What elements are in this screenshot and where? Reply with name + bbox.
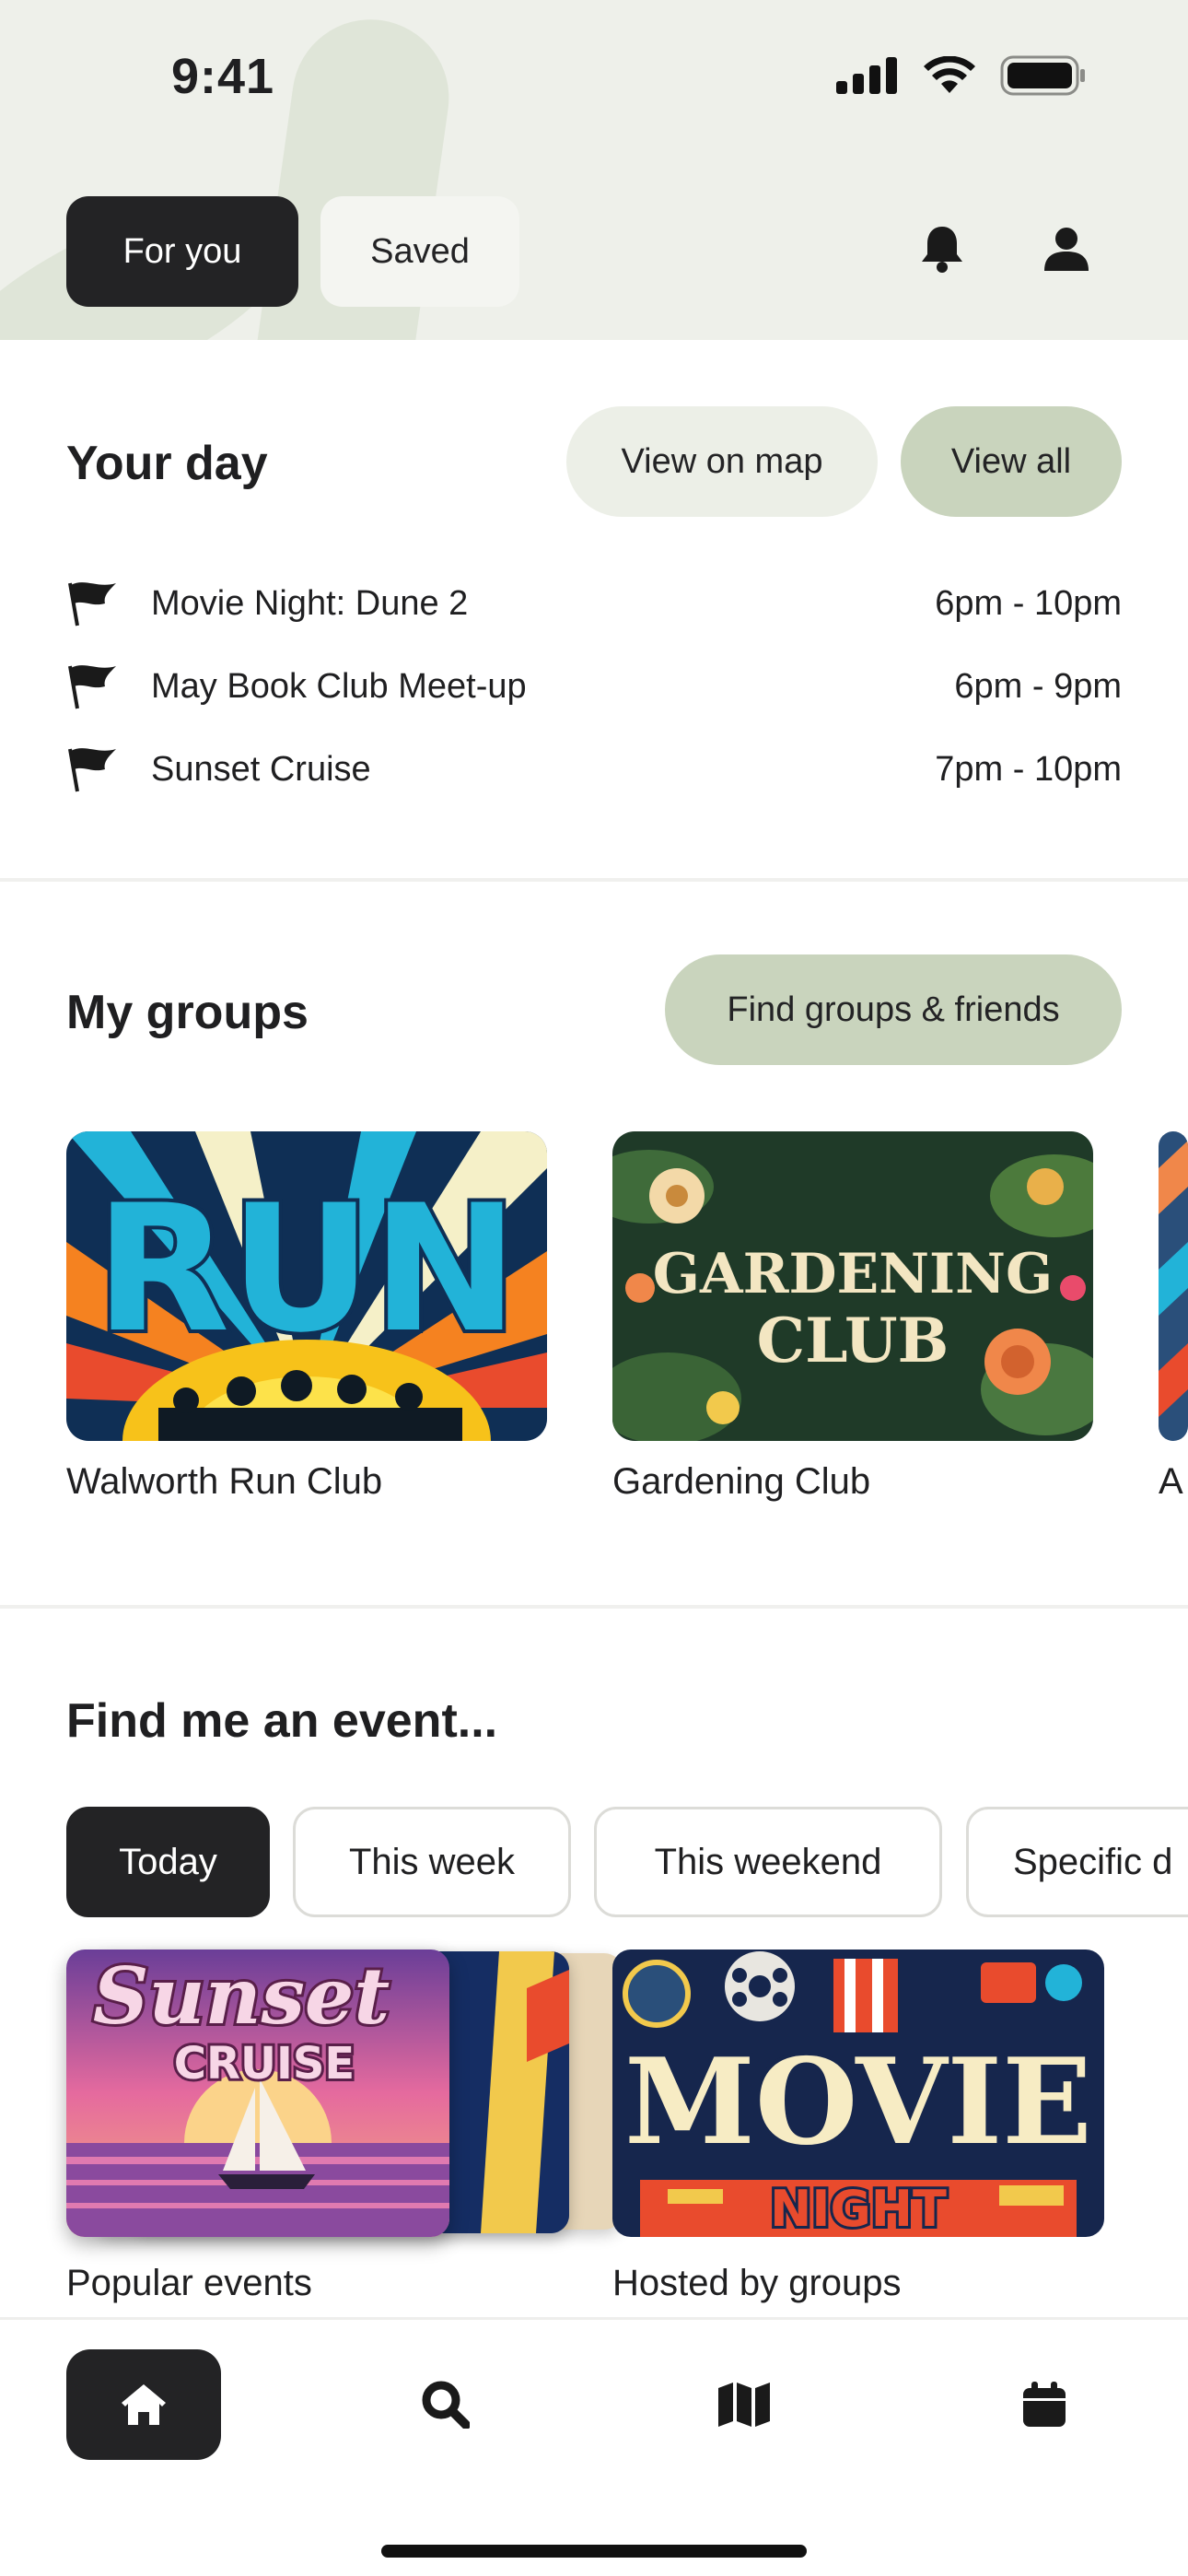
group-name: Gardening Club	[612, 1461, 871, 1502]
home-indicator	[381, 2545, 807, 2558]
event-name: Movie Night: Dune 2	[151, 583, 469, 623]
popular-events-card[interactable]: Sunset CRUISE	[66, 1950, 623, 2237]
movie-night-image: MOVIE NIGHT	[612, 1950, 1104, 2237]
gardening-image-text: GARDENING	[653, 1242, 1053, 1306]
profile-icon[interactable]	[1039, 221, 1094, 276]
event-time: 6pm - 9pm	[954, 666, 1122, 706]
group-image-gardening: GARDENING CLUB	[612, 1131, 1093, 1441]
map-icon	[718, 2383, 770, 2427]
group-image-partial	[1159, 1131, 1188, 1441]
group-card-walworth[interactable]: RUN Walworth Run Club	[66, 1131, 547, 1503]
popular-events-label: Popular events	[66, 2263, 312, 2303]
home-icon	[122, 2384, 166, 2425]
nav-calendar[interactable]	[967, 2349, 1122, 2460]
flag-icon	[68, 665, 116, 709]
nav-search[interactable]	[368, 2349, 523, 2460]
your-day-section: Your day View on map View all Movie Nigh…	[0, 340, 1188, 878]
run-image-text: RUN	[95, 1167, 518, 1371]
feed-tabs: For you Saved	[66, 196, 519, 307]
sunset-cruise-image: Sunset CRUISE	[66, 1950, 449, 2237]
club-image-text: CLUB	[757, 1305, 949, 1376]
hosted-by-groups-card[interactable]: MOVIE NIGHT	[612, 1950, 1104, 2237]
tab-for-you[interactable]: For you	[66, 196, 298, 307]
group-card-partial[interactable]: A	[1159, 1131, 1188, 1503]
group-name: Walworth Run Club	[66, 1461, 383, 1502]
nav-map[interactable]	[667, 2349, 821, 2460]
search-icon	[422, 2381, 470, 2429]
filter-this-weekend[interactable]: This weekend	[594, 1807, 942, 1917]
event-name: May Book Club Meet-up	[151, 666, 527, 706]
status-icons	[836, 55, 1087, 96]
my-groups-title: My groups	[66, 986, 309, 1039]
cruise-image-text: CRUISE	[174, 2038, 355, 2090]
hosted-by-groups-label: Hosted by groups	[612, 2263, 902, 2303]
event-name: Sunset Cruise	[151, 749, 371, 789]
movie-image-text: MOVIE	[624, 2033, 1092, 2172]
sunset-image-text: Sunset	[93, 1950, 390, 2042]
event-time: 6pm - 10pm	[935, 583, 1122, 623]
filter-specific-date[interactable]: Specific d	[966, 1807, 1188, 1917]
wifi-icon	[924, 56, 975, 93]
group-image-run: RUN	[66, 1131, 547, 1441]
your-day-title: Your day	[66, 437, 268, 490]
view-on-map-button[interactable]: View on map	[566, 406, 878, 517]
bottom-nav	[0, 2317, 1188, 2576]
filter-today[interactable]: Today	[66, 1807, 270, 1917]
filter-this-week[interactable]: This week	[293, 1807, 571, 1917]
group-name: A	[1159, 1461, 1183, 1502]
list-item[interactable]: Movie Night: Dune 2 6pm - 10pm	[66, 576, 1122, 631]
header: 9:41 For you Saved	[0, 0, 1188, 340]
tab-saved[interactable]: Saved	[320, 196, 519, 307]
nav-home[interactable]	[66, 2349, 221, 2460]
flag-icon	[68, 582, 116, 626]
view-all-button[interactable]: View all	[901, 406, 1122, 517]
signal-icon	[836, 57, 897, 94]
list-item[interactable]: May Book Club Meet-up 6pm - 9pm	[66, 659, 1122, 714]
status-time: 9:41	[171, 49, 275, 104]
bell-icon[interactable]	[914, 221, 970, 276]
battery-icon	[1000, 55, 1085, 96]
find-event-title: Find me an event...	[66, 1694, 498, 1748]
find-groups-button[interactable]: Find groups & friends	[665, 954, 1122, 1065]
list-item[interactable]: Sunset Cruise 7pm - 10pm	[66, 742, 1122, 797]
flag-icon	[68, 748, 116, 792]
night-image-text: NIGHT	[770, 2180, 947, 2237]
event-time: 7pm - 10pm	[935, 749, 1122, 789]
calendar-icon	[1023, 2382, 1066, 2427]
group-card-gardening[interactable]: GARDENING CLUB Gardening Club	[612, 1131, 1093, 1503]
